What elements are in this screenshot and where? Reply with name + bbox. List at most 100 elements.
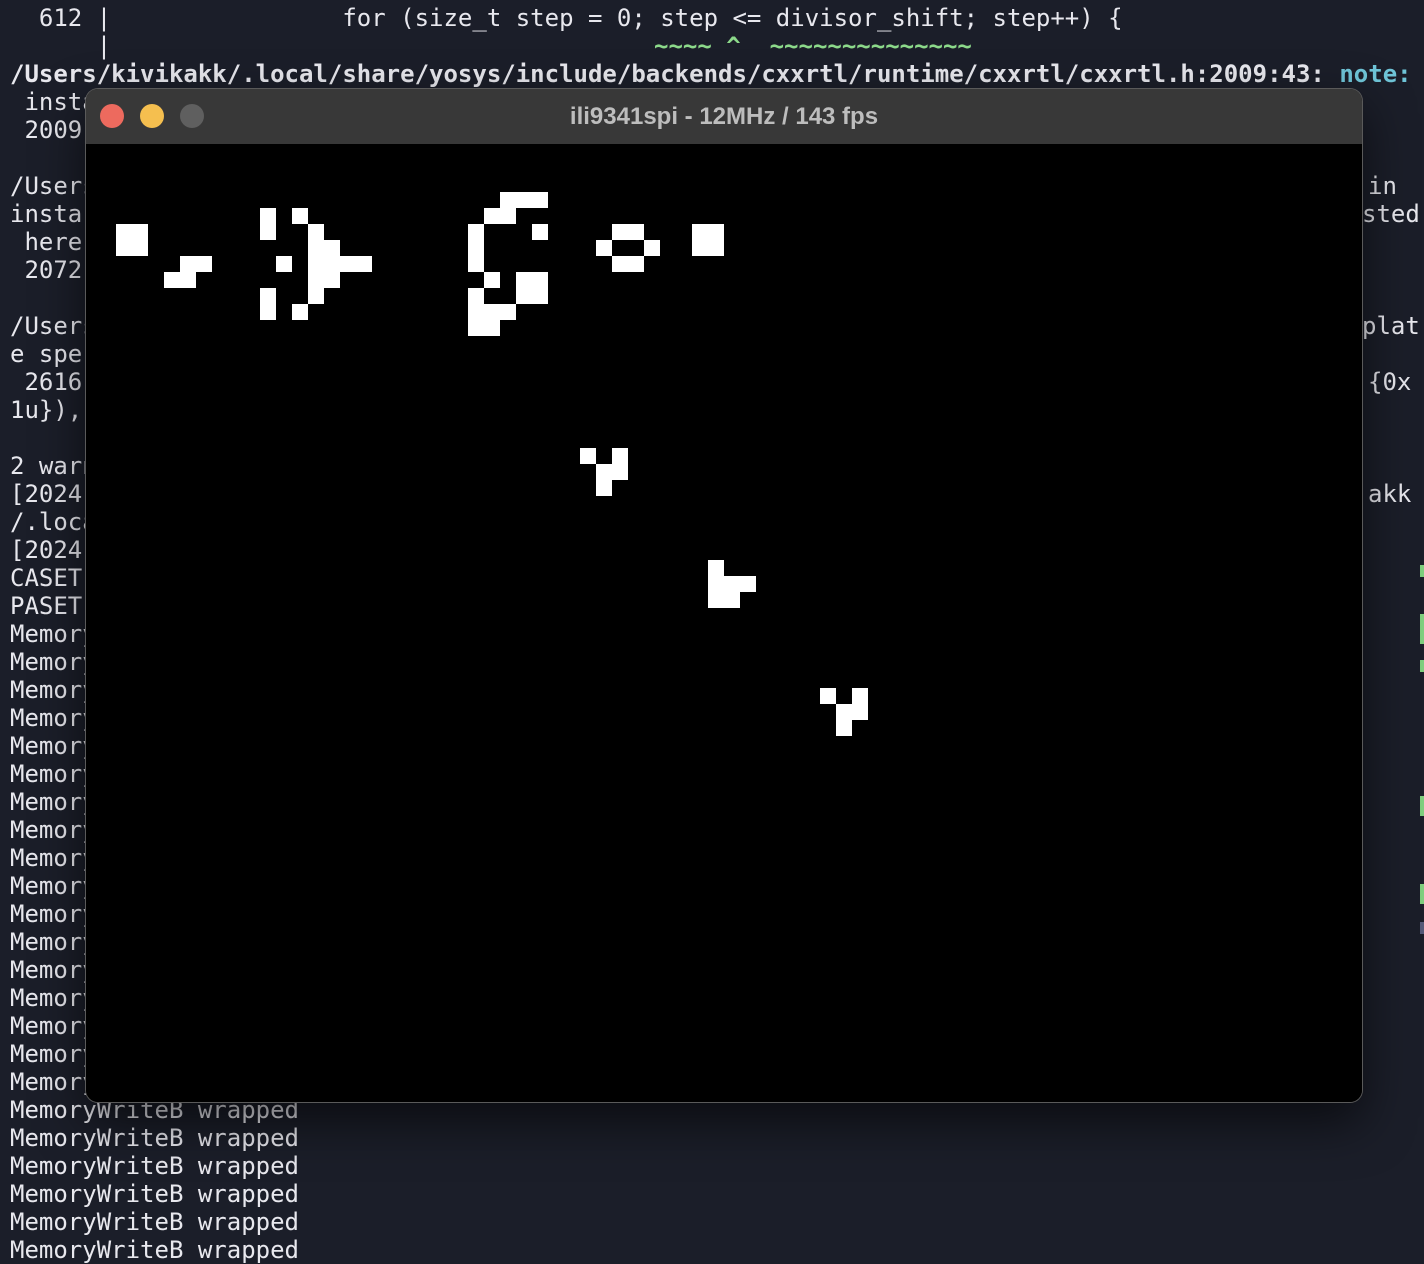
live-cell: [612, 256, 628, 272]
terminal-line: MemoryWriteB wrapped: [10, 1236, 299, 1264]
terminal-line: Memory: [10, 928, 97, 956]
terminal-line: [2024-: [10, 536, 97, 564]
live-cell: [484, 320, 500, 336]
terminal-line-612: 612 | for (size_t step = 0; step <= divi…: [10, 4, 1123, 32]
terminal-line: Memory: [10, 1012, 97, 1040]
live-cell: [852, 704, 868, 720]
live-cell: [324, 272, 340, 288]
terminal-line: MemoryWriteB wrapped: [10, 1180, 299, 1208]
live-cell: [740, 576, 756, 592]
live-cell: [500, 192, 516, 208]
live-cell: [132, 240, 148, 256]
live-cell: [468, 224, 484, 240]
terminal-line: Memory: [10, 872, 97, 900]
game-of-life-grid: [116, 192, 868, 736]
live-cell: [708, 560, 724, 576]
live-cell: [532, 224, 548, 240]
terminal-line: Memory: [10, 620, 97, 648]
live-cell: [484, 304, 500, 320]
terminal-tilde-markers: ~~~~ ^ ~~~~~~~~~~~~~~: [654, 32, 972, 60]
terminal-right-fragment: {0x: [1368, 368, 1412, 396]
terminal-line: insta: [10, 200, 83, 228]
terminal-line: CASET: [10, 564, 83, 592]
live-cell: [724, 592, 740, 608]
live-cell: [276, 256, 292, 272]
live-cell: [516, 192, 532, 208]
terminal-line: Memory: [10, 1068, 97, 1096]
terminal-line: Memory: [10, 676, 97, 704]
live-cell: [500, 208, 516, 224]
live-cell: [356, 256, 372, 272]
terminal-line: Memory: [10, 760, 97, 788]
live-cell: [180, 256, 196, 272]
live-cell: [308, 224, 324, 240]
live-cell: [692, 224, 708, 240]
live-cell: [308, 240, 324, 256]
terminal-line: 2616: [10, 368, 83, 396]
live-cell: [532, 272, 548, 288]
live-cell: [708, 240, 724, 256]
live-cell: [116, 240, 132, 256]
terminal-line: PASET: [10, 592, 83, 620]
scrollbar-marker: [1420, 565, 1424, 577]
scrollbar-marker: [1420, 922, 1424, 934]
terminal-line: /Users: [10, 172, 97, 200]
terminal-line: Memory: [10, 788, 97, 816]
terminal-line: Memory: [10, 844, 97, 872]
live-cell: [116, 224, 132, 240]
terminal-line: MemoryWriteB wrapped: [10, 1124, 299, 1152]
live-cell: [692, 240, 708, 256]
live-cell: [852, 688, 868, 704]
live-cell: [324, 240, 340, 256]
live-cell: [532, 192, 548, 208]
note-label: note:: [1339, 60, 1412, 88]
live-cell: [596, 240, 612, 256]
terminal-line: Memory: [10, 732, 97, 760]
live-cell: [836, 704, 852, 720]
terminal-right-fragment: plat: [1362, 312, 1420, 340]
terminal-line: Memory: [10, 704, 97, 732]
live-cell: [484, 272, 500, 288]
terminal-line: Memory: [10, 984, 97, 1012]
terminal-line: 2 warn: [10, 452, 97, 480]
simulator-window[interactable]: ili9341spi - 12MHz / 143 fps: [86, 89, 1362, 1102]
terminal-line: Memory: [10, 1040, 97, 1068]
live-cell: [708, 576, 724, 592]
terminal-line: [2024-: [10, 480, 97, 508]
live-cell: [468, 304, 484, 320]
live-cell: [196, 256, 212, 272]
terminal-line: e spe: [10, 340, 83, 368]
live-cell: [820, 688, 836, 704]
live-cell: [612, 448, 628, 464]
live-cell: [644, 240, 660, 256]
live-cell: [612, 464, 628, 480]
note-path: /Users/kivikakk/.local/share/yosys/inclu…: [10, 60, 1325, 88]
terminal-line-612-pipe: |: [10, 32, 112, 60]
live-cell: [628, 224, 644, 240]
live-cell: [628, 256, 644, 272]
terminal-line: Memory: [10, 956, 97, 984]
terminal-line: 1u}),: [10, 396, 83, 424]
terminal-right-fragment: akk: [1368, 480, 1412, 508]
terminal-right-fragment: in: [1368, 172, 1397, 200]
live-cell: [724, 576, 740, 592]
live-cell: [708, 224, 724, 240]
lcd-display-canvas: [86, 144, 1362, 1102]
terminal-line: insta: [10, 88, 97, 116]
window-titlebar[interactable]: ili9341spi - 12MHz / 143 fps: [86, 89, 1362, 145]
scrollbar-marker: [1420, 614, 1424, 644]
note-tail: in: [1412, 60, 1424, 88]
live-cell: [484, 208, 500, 224]
live-cell: [500, 304, 516, 320]
live-cell: [468, 256, 484, 272]
live-cell: [292, 208, 308, 224]
terminal-line: 2072: [10, 256, 83, 284]
live-cell: [580, 448, 596, 464]
live-cell: [180, 272, 196, 288]
live-cell: [340, 256, 356, 272]
live-cell: [132, 224, 148, 240]
terminal-line: here: [10, 228, 83, 256]
live-cell: [260, 208, 276, 224]
terminal-line: /.loca: [10, 508, 97, 536]
live-cell: [516, 272, 532, 288]
